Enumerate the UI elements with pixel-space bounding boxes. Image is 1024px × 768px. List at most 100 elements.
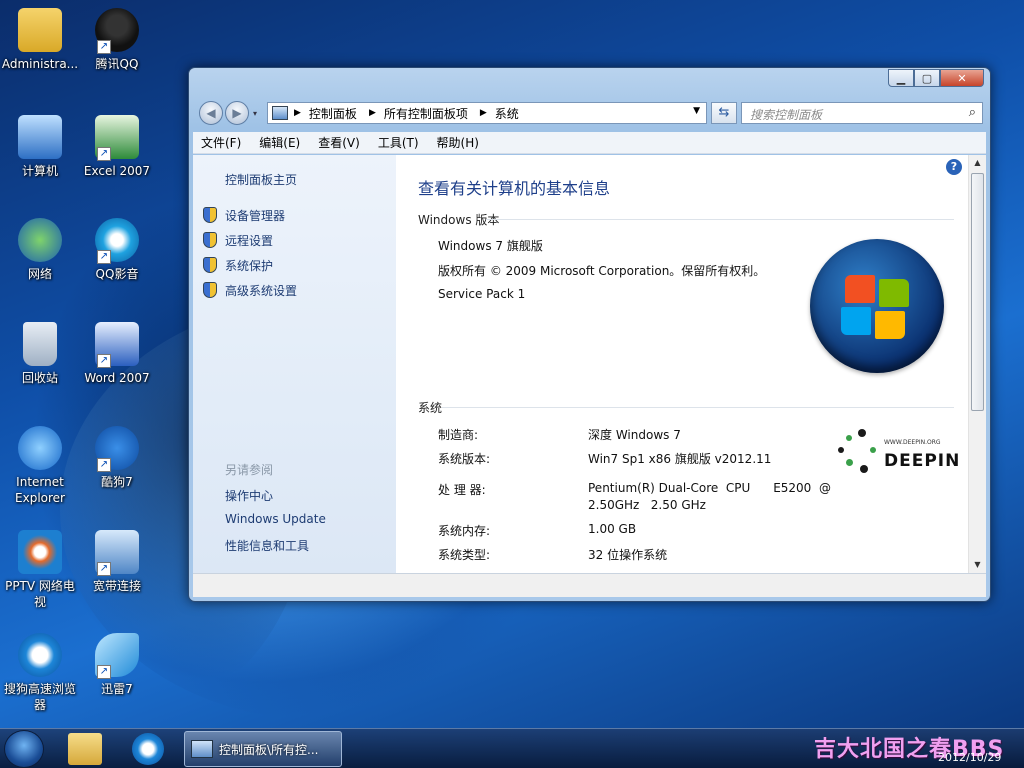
desktop-icon-recycle-bin[interactable]: 回收站 — [0, 322, 80, 386]
menu-tools[interactable]: 工具(T) — [378, 134, 419, 151]
breadcrumb-all-items[interactable]: 所有控制面板项 — [384, 105, 468, 122]
scroll-thumb[interactable] — [971, 173, 984, 411]
back-button[interactable]: ◀ — [199, 101, 223, 125]
desktop-icon-label: 迅雷7 — [101, 682, 133, 696]
clock-date[interactable]: 2012/10/29 — [938, 751, 1001, 764]
system-type-value: 32 位操作系统 — [588, 548, 668, 562]
maximize-button[interactable]: ▢ — [914, 69, 940, 87]
desktop-icon-kugou[interactable]: ↗ 酷狗7 — [77, 426, 157, 490]
desktop-icon-broadband[interactable]: ↗ 宽带连接 — [77, 530, 157, 594]
logo-dot — [846, 459, 853, 466]
service-pack-text: Service Pack 1 — [438, 287, 526, 301]
qq-penguin-icon: ↗ — [95, 8, 139, 54]
content-area: 控制面板主页 设备管理器 远程设置 系统保护 高级系统设置 另请参阅 操作中心 … — [193, 155, 986, 573]
xunlei-bird-icon: ↗ — [95, 633, 139, 679]
refresh-button[interactable]: ⇆ — [711, 102, 737, 124]
search-box[interactable]: 搜索控制面板 ⌕ — [741, 102, 983, 124]
memory-value: 1.00 GB — [588, 522, 637, 536]
control-panel-icon — [272, 106, 288, 120]
uac-shield-icon — [203, 232, 217, 248]
desktop-icon-label: Excel 2007 — [83, 164, 151, 178]
performance-info-link[interactable]: 性能信息和工具 — [225, 537, 309, 554]
menu-edit[interactable]: 编辑(E) — [259, 134, 300, 151]
sogou-browser-taskbar-icon[interactable] — [132, 733, 164, 765]
help-icon[interactable]: ? — [946, 159, 962, 175]
logo-dot — [838, 447, 844, 453]
minimize-button[interactable]: ▁ — [888, 69, 914, 87]
scroll-down-icon[interactable]: ▼ — [969, 557, 986, 573]
logo-dot — [870, 447, 876, 453]
deepin-url: WWW.DEEPIN.ORG — [884, 439, 941, 446]
section-divider — [486, 219, 954, 220]
deepin-name: DEEPIN — [884, 451, 961, 471]
remote-settings-link[interactable]: 远程设置 — [203, 231, 273, 249]
recent-pages-dropdown-icon[interactable]: ▾ — [253, 109, 257, 118]
desktop-icon-word[interactable]: ↗ Word 2007 — [77, 322, 157, 386]
sogou-browser-icon — [18, 633, 62, 677]
desktop-icon-xunlei[interactable]: ↗ 迅雷7 — [77, 633, 157, 697]
navigation-bar: ◀ ▶ ▾ ▶ 控制面板 ▶ 所有控制面板项 ▶ 系统 ▼ ⇆ 搜索控制面板 ⌕ — [195, 98, 985, 128]
search-input[interactable]: 搜索控制面板 — [750, 108, 822, 122]
menu-file[interactable]: 文件(F) — [201, 134, 241, 151]
menu-bar: 文件(F) 编辑(E) 查看(V) 工具(T) 帮助(H) — [193, 132, 986, 154]
advanced-system-settings-link[interactable]: 高级系统设置 — [203, 281, 297, 299]
main-pane: ? 查看有关计算机的基本信息 Windows 版本 Windows 7 旗舰版 … — [396, 155, 968, 573]
windows-update-link[interactable]: Windows Update — [225, 512, 326, 526]
left-task-pane: 控制面板主页 设备管理器 远程设置 系统保护 高级系统设置 另请参阅 操作中心 … — [193, 155, 396, 573]
windows-logo — [810, 239, 944, 373]
address-bar[interactable]: ▶ 控制面板 ▶ 所有控制面板项 ▶ 系统 ▼ — [267, 102, 707, 124]
desktop-icon-network[interactable]: 网络 — [0, 218, 80, 282]
scroll-up-icon[interactable]: ▲ — [969, 155, 986, 171]
breadcrumb-system[interactable]: 系统 — [495, 105, 519, 122]
desktop-icon-label: Internet Explorer — [15, 475, 65, 505]
desktop-icon-ie[interactable]: Internet Explorer — [0, 426, 80, 506]
status-bar — [193, 573, 986, 597]
pptv-icon — [18, 530, 62, 574]
system-protection-link[interactable]: 系统保护 — [203, 256, 273, 274]
manufacturer-label: 制造商: — [438, 428, 479, 442]
forward-button[interactable]: ▶ — [225, 101, 249, 125]
logo-dot — [860, 465, 868, 473]
address-dropdown-icon[interactable]: ▼ — [693, 106, 700, 116]
system-heading: 系统 — [418, 401, 443, 415]
breadcrumb-separator-icon: ▶ — [294, 108, 301, 118]
manufacturer-value: 深度 Windows 7 — [588, 428, 681, 442]
desktop-icon-qqplayer[interactable]: ↗ QQ影音 — [77, 218, 157, 282]
copyright-text: 版权所有 © 2009 Microsoft Corporation。保留所有权利… — [438, 264, 766, 278]
desktop-icon-pptv[interactable]: PPTV 网络电视 — [0, 530, 80, 610]
desktop-icon-label: 宽带连接 — [92, 579, 141, 593]
search-icon[interactable]: ⌕ — [969, 105, 976, 120]
menu-help[interactable]: 帮助(H) — [437, 134, 479, 151]
breadcrumb-separator-icon: ▶ — [368, 108, 376, 118]
edition-text: Windows 7 旗舰版 — [438, 239, 543, 253]
desktop-icon-excel[interactable]: ↗ Excel 2007 — [77, 115, 157, 179]
memory-label: 系统内存: — [438, 524, 491, 538]
system-version-label: 系统版本: — [438, 452, 491, 466]
start-button[interactable] — [4, 730, 44, 768]
uac-shield-icon — [203, 207, 217, 223]
desktop-icon-label: 腾讯QQ — [95, 57, 139, 71]
device-manager-link[interactable]: 设备管理器 — [203, 206, 285, 224]
deepin-oem-logo: WWW.DEEPIN.ORG DEEPIN — [836, 425, 959, 475]
desktop-icon-label: Administra... — [1, 57, 79, 71]
action-center-link[interactable]: 操作中心 — [225, 487, 273, 504]
desktop-icon-administrator[interactable]: Administra... — [0, 8, 80, 72]
control-panel-home-link[interactable]: 控制面板主页 — [225, 171, 297, 188]
vertical-scrollbar[interactable]: ▲ ▼ — [968, 155, 986, 573]
desktop-icon-qq[interactable]: ↗ 腾讯QQ — [77, 8, 157, 72]
taskbar-item-control-panel[interactable]: 控制面板\所有控... — [184, 731, 342, 767]
desktop-icon-label: 搜狗高速浏览器 — [3, 682, 76, 712]
uac-shield-icon — [203, 282, 217, 298]
desktop-icon-computer[interactable]: 计算机 — [0, 115, 80, 179]
menu-view[interactable]: 查看(V) — [318, 134, 360, 151]
desktop-icon-label: 计算机 — [21, 164, 58, 178]
desktop-icon-label: 网络 — [27, 267, 52, 281]
desktop-icon-sogou-browser[interactable]: 搜狗高速浏览器 — [0, 633, 80, 713]
internet-explorer-icon — [18, 426, 62, 470]
close-button[interactable]: ✕ — [940, 69, 984, 87]
film-reel-icon: ↗ — [95, 218, 139, 264]
explorer-folder-icon[interactable] — [68, 733, 102, 765]
control-panel-icon — [191, 740, 213, 758]
system-type-label: 系统类型: — [438, 548, 491, 562]
breadcrumb-control-panel[interactable]: 控制面板 — [309, 105, 357, 122]
